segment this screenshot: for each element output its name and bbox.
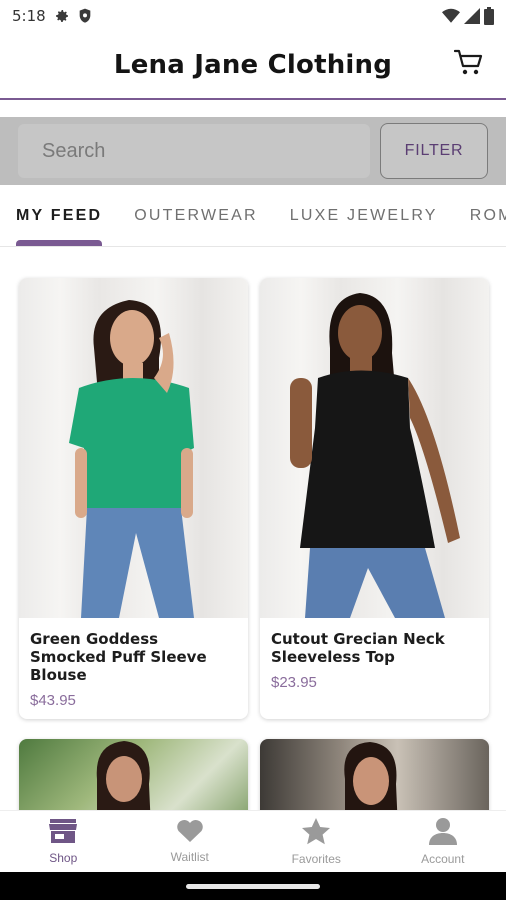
nav-label: Favorites xyxy=(291,852,341,866)
bottom-nav: Shop Waitlist Favorites Account xyxy=(0,810,506,872)
home-gesture-handle[interactable] xyxy=(186,883,320,889)
category-tabs: MY FEED OUTERWEAR LUXE JEWELRY ROM xyxy=(0,185,506,247)
product-price: $23.95 xyxy=(271,674,317,691)
battery-icon xyxy=(484,7,494,25)
status-bar: 5:18 xyxy=(0,0,506,32)
nav-label: Account xyxy=(421,852,465,866)
nav-label: Shop xyxy=(49,851,78,865)
product-card[interactable]: Cutout Grecian Neck Sleeveless Top $23.9… xyxy=(260,278,489,719)
shield-icon xyxy=(78,8,92,24)
tab-rom[interactable]: ROM xyxy=(454,185,506,246)
nav-shop[interactable]: Shop xyxy=(0,811,127,872)
product-card[interactable]: Green Goddess Smocked Puff Sleeve Blouse… xyxy=(19,278,248,719)
product-card[interactable] xyxy=(19,739,248,810)
product-image[interactable] xyxy=(260,739,489,810)
product-image[interactable] xyxy=(19,278,248,618)
system-gesture-bar xyxy=(0,872,506,900)
filter-button[interactable]: FILTER xyxy=(380,123,488,179)
nav-waitlist[interactable]: Waitlist xyxy=(127,811,254,872)
signal-icon xyxy=(464,8,480,24)
product-image[interactable] xyxy=(260,278,489,618)
product-card[interactable] xyxy=(260,739,489,810)
nav-account[interactable]: Account xyxy=(380,811,506,872)
product-image[interactable] xyxy=(19,739,248,810)
product-title[interactable]: Cutout Grecian Neck Sleeveless Top xyxy=(271,630,479,666)
gear-icon xyxy=(54,8,70,24)
search-input[interactable] xyxy=(18,124,370,178)
cart-button[interactable] xyxy=(452,48,486,82)
status-time: 5:18 xyxy=(12,7,46,25)
nav-favorites[interactable]: Favorites xyxy=(253,811,380,872)
tab-outerwear[interactable]: OUTERWEAR xyxy=(118,185,274,246)
nav-label: Waitlist xyxy=(170,850,209,864)
person-icon xyxy=(428,817,458,849)
shop-icon xyxy=(48,818,78,848)
star-icon xyxy=(301,817,331,849)
product-title[interactable]: Green Goddess Smocked Puff Sleeve Blouse xyxy=(30,630,238,684)
page-title: Lena Jane Clothing xyxy=(113,50,393,80)
heart-icon xyxy=(176,819,204,847)
wifi-icon xyxy=(442,8,460,24)
tab-luxe-jewelry[interactable]: LUXE JEWELRY xyxy=(274,185,454,246)
product-feed[interactable]: Green Goddess Smocked Puff Sleeve Blouse… xyxy=(0,247,506,810)
search-bar: FILTER xyxy=(0,117,506,185)
product-price: $43.95 xyxy=(30,692,76,709)
app-header: Lena Jane Clothing xyxy=(0,32,506,100)
cart-icon xyxy=(453,49,484,81)
tab-my-feed[interactable]: MY FEED xyxy=(0,185,118,246)
